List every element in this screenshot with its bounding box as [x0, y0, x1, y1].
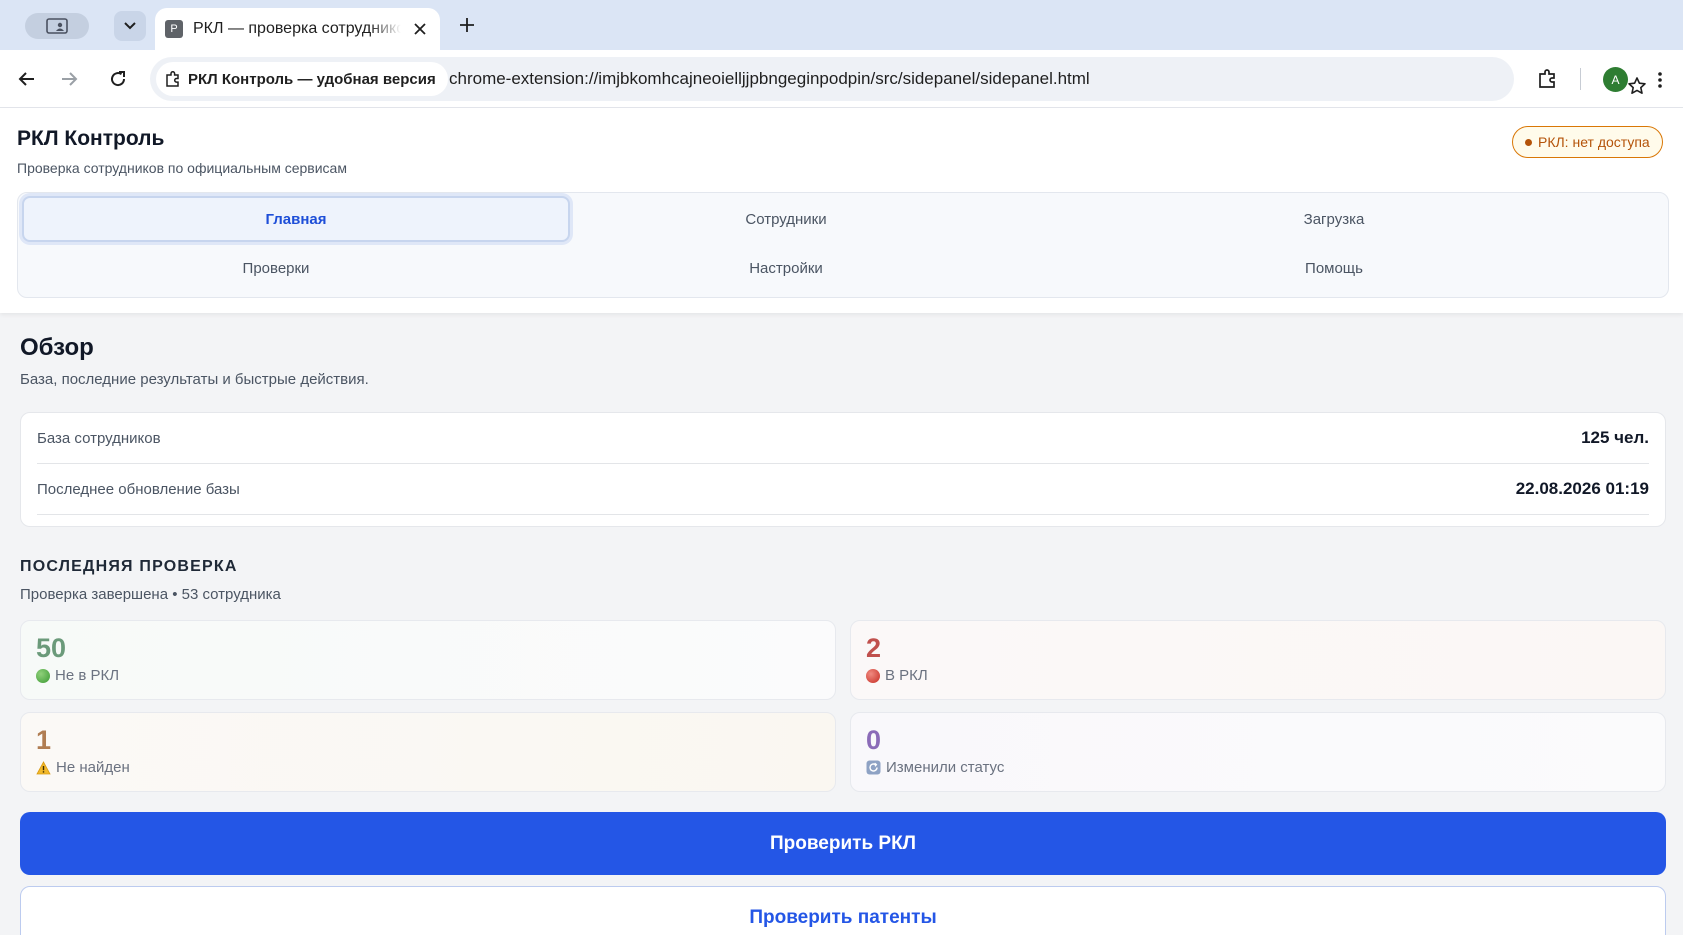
result-label: Не в РКЛ	[55, 667, 120, 684]
browser-tab[interactable]: Р РКЛ — проверка сотрудников	[155, 8, 440, 50]
stat-value: 22.08.2026 01:19	[1515, 479, 1649, 498]
tab-help[interactable]: Помощь	[1060, 245, 1608, 291]
stat-label: База сотрудников	[37, 429, 161, 447]
check-patents-button[interactable]: Проверить патенты	[20, 886, 1666, 935]
tab-settings[interactable]: Настройки	[512, 245, 1060, 291]
url-text[interactable]: chrome-extension://imjbkomhcajneoielljjp…	[449, 69, 1090, 89]
star-icon	[1628, 77, 1646, 94]
green-circle-icon	[36, 668, 50, 683]
overview-subtitle: База, последние результаты и быстрые дей…	[20, 371, 369, 388]
browser-toolbar: РКЛ Контроль — удобная версия chrome-ext…	[0, 50, 1683, 108]
result-count: 2	[866, 633, 882, 663]
result-card-not-found[interactable]: 1 Не найден	[20, 712, 836, 792]
reload-icon	[111, 71, 126, 87]
red-circle-icon	[866, 668, 880, 683]
database-stats-card: База сотрудников 125 чел. Последнее обно…	[20, 412, 1666, 527]
result-label-row: Не в РКЛ	[36, 667, 820, 684]
extension-puzzle-icon	[166, 70, 179, 87]
result-card-status-changed[interactable]: 0 Изменили статус	[850, 712, 1666, 792]
tab-home[interactable]: Главная	[22, 196, 570, 242]
sidebar-icon	[46, 18, 68, 34]
extensions-button[interactable]	[1533, 64, 1563, 94]
access-status-label: РКЛ: нет доступа	[1538, 134, 1650, 150]
tab-favicon-icon: Р	[165, 20, 183, 38]
stat-row-last-update: Последнее обновление базы 22.08.2026 01:…	[37, 464, 1649, 515]
result-label-row: В РКЛ	[866, 667, 1650, 684]
result-label: В РКЛ	[885, 667, 928, 684]
back-button[interactable]	[12, 64, 42, 94]
result-label: Не найден	[56, 759, 130, 776]
stat-row-employee-base: База сотрудников 125 чел.	[37, 413, 1649, 464]
arrow-right-icon	[62, 72, 78, 86]
overview-title: Обзор	[20, 334, 94, 361]
site-info-chip[interactable]: РКЛ Контроль — удобная версия	[156, 62, 448, 96]
close-icon	[414, 23, 426, 35]
tab-title: РКЛ — проверка сотрудников	[193, 20, 401, 37]
tab-groups-button[interactable]	[25, 13, 89, 39]
last-check-heading: ПОСЛЕДНЯЯ ПРОВЕРКА	[20, 558, 238, 575]
refresh-icon	[866, 760, 881, 775]
stat-label: Последнее обновление базы	[37, 480, 240, 498]
result-count: 1	[36, 725, 52, 755]
last-check-meta: Проверка завершена • 53 сотрудника	[20, 586, 281, 603]
result-label: Изменили статус	[886, 759, 1005, 776]
main-navigation: Главная Сотрудники Загрузка Проверки Нас…	[17, 192, 1669, 298]
plus-icon	[460, 18, 474, 32]
status-dot-icon	[1525, 138, 1532, 146]
result-card-not-in-rkl[interactable]: 50 Не в РКЛ	[20, 620, 836, 700]
app-title: РКЛ Контроль	[17, 127, 165, 150]
warning-icon	[36, 760, 51, 774]
browser-tab-strip: Р РКЛ — проверка сотрудников	[0, 0, 1683, 50]
browser-menu-button[interactable]	[1648, 65, 1672, 95]
tab-close-button[interactable]	[410, 19, 430, 39]
result-card-in-rkl[interactable]: 2 В РКЛ	[850, 620, 1666, 700]
address-bar[interactable]: РКЛ Контроль — удобная версия chrome-ext…	[150, 57, 1646, 101]
tab-search-button[interactable]	[114, 11, 146, 41]
check-rkl-button[interactable]: Проверить РКЛ	[20, 812, 1666, 875]
panel-header: РКЛ Контроль Проверка сотрудников по офи…	[0, 108, 1683, 313]
reload-button[interactable]	[103, 64, 133, 94]
chevron-down-icon	[124, 22, 136, 30]
profile-avatar[interactable]: A	[1603, 67, 1628, 92]
tab-upload[interactable]: Загрузка	[1060, 196, 1608, 242]
more-vertical-icon	[1658, 72, 1662, 88]
app-subtitle: Проверка сотрудников по официальным серв…	[17, 160, 347, 176]
new-tab-button[interactable]	[454, 12, 480, 38]
tab-employees[interactable]: Сотрудники	[512, 196, 1060, 242]
stat-value: 125 чел.	[1581, 428, 1649, 447]
result-label-row: Изменили статус	[866, 759, 1650, 776]
access-status-badge: РКЛ: нет доступа	[1512, 126, 1663, 158]
arrow-left-icon	[18, 72, 34, 86]
site-chip-label: РКЛ Контроль — удобная версия	[188, 70, 436, 88]
toolbar-divider	[1580, 68, 1581, 90]
result-count: 50	[36, 633, 67, 663]
forward-button[interactable]	[54, 64, 84, 94]
tab-checks[interactable]: Проверки	[2, 245, 550, 291]
result-label-row: Не найден	[36, 759, 820, 776]
extension-puzzle-icon	[1539, 69, 1555, 88]
result-count: 0	[866, 725, 882, 755]
